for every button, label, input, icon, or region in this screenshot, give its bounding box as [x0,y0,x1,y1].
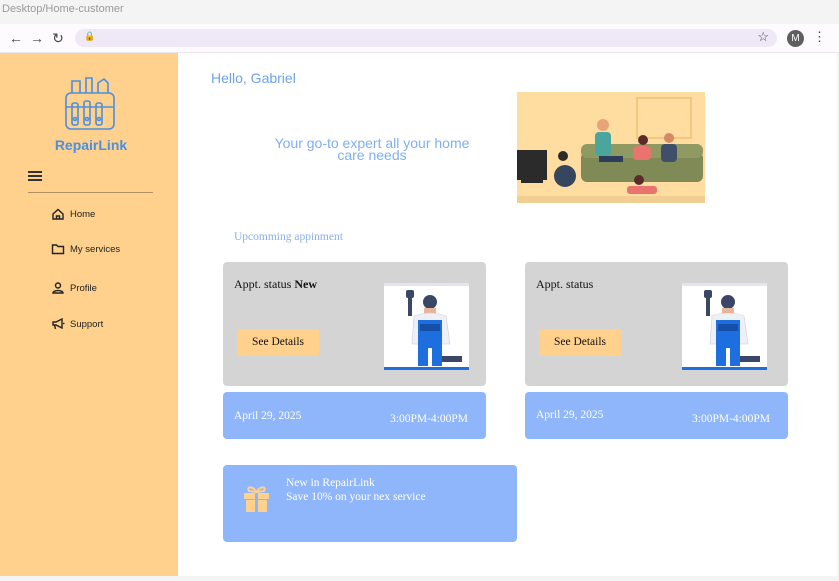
promo-title: New in RepairLink [286,477,375,489]
sidebar-item-profile[interactable]: Profile [51,280,97,296]
see-details-button[interactable]: See Details [237,329,319,356]
hamburger-menu-icon[interactable] [28,171,42,181]
appointment-time: 3:00PM-4:00PM [692,413,770,425]
forward-button[interactable]: → [29,29,45,47]
sidebar-item-label: Home [70,208,96,220]
main-content: Hello, Gabriel Your go-to expert all you… [178,53,837,576]
sidebar-item-support[interactable]: Support [51,316,103,332]
lock-icon: 🔒 [84,31,96,41]
browser-menu-icon[interactable]: ⋮ [813,29,826,45]
sidebar-item-home[interactable]: Home [51,206,95,222]
status-label: Appt. status [234,277,292,291]
gift-icon [244,486,269,512]
sidebar-item-label: My services [70,243,121,255]
brand-name: RepairLink [54,137,128,153]
frame-title: Desktop/Home-customer [2,3,124,15]
greeting: Hello, Gabriel [211,70,296,86]
address-bar[interactable]: 🔒 ☆ [75,29,777,47]
megaphone-icon [52,317,65,330]
appointment-card: Appt. status New See Details [223,262,486,386]
appointment-time: 3:00PM-4:00PM [390,413,468,425]
bookmark-star-icon[interactable]: ☆ [757,29,769,45]
status-value: New [294,277,318,291]
toolbox-logo-icon [65,77,115,130]
browser-toolbar: ← → ↻ 🔒 ☆ M ⋮ [0,24,839,53]
upcoming-appointments-heading: Upcomming appinment [234,231,343,243]
sidebar-item-label: Support [70,318,104,330]
person-icon [52,282,64,294]
home-icon [52,208,64,220]
appointment-date-card: April 29, 2025 3:00PM-4:00PM [223,392,486,439]
appointment-date: April 29, 2025 [234,410,302,422]
appointment-date: April 29, 2025 [536,409,604,421]
sidebar: RepairLink Home My services Profile Supp… [0,53,178,576]
profile-avatar[interactable]: M [787,30,804,47]
back-button[interactable]: ← [8,29,24,47]
family-illustration [517,92,705,203]
status-label: Appt. status [536,277,594,291]
repairman-illustration [682,283,767,370]
repairman-illustration [384,283,469,370]
folder-icon [51,244,65,255]
reload-button[interactable]: ↻ [50,29,66,47]
appointment-card: Appt. status See Details [525,262,788,386]
appointment-status: Appt. status New [234,277,317,292]
sidebar-divider [28,192,153,193]
sidebar-item-label: Profile [70,282,97,294]
promo-subtitle: Save 10% on your nex service [286,491,426,503]
tagline: Your go-to expert all your home care nee… [274,135,470,163]
appointment-date-card: April 29, 2025 3:00PM-4:00PM [525,392,788,439]
appointment-status: Appt. status [536,277,593,292]
sidebar-item-my-services[interactable]: My services [51,241,120,257]
promo-banner[interactable]: New in RepairLink Save 10% on your nex s… [223,465,517,542]
app-window: RepairLink Home My services Profile Supp… [0,53,837,576]
see-details-button[interactable]: See Details [539,329,621,356]
